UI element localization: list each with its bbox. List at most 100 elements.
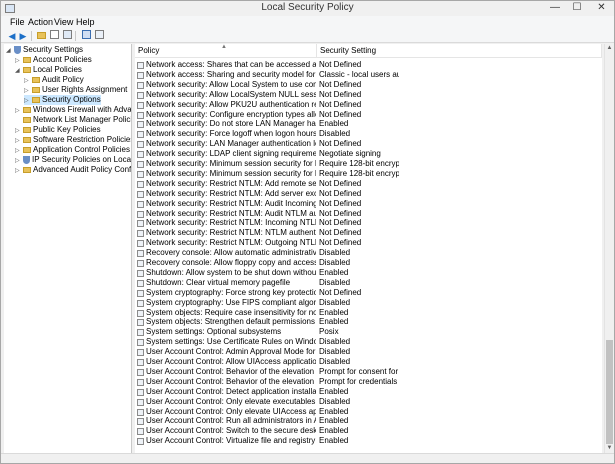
maximize-button[interactable]: ☐	[566, 1, 588, 15]
tree-item[interactable]: ▷ Advanced Audit Policy Configuration	[15, 165, 131, 176]
table-row[interactable]: User Account Control: Switch to the secu…	[135, 426, 602, 436]
table-row[interactable]: Network security: LAN Manager authentica…	[135, 139, 602, 149]
policy-icon	[137, 418, 144, 426]
table-row[interactable]: Network security: Restrict NTLM: Incomin…	[135, 218, 602, 228]
policy-setting: Enabled	[319, 317, 349, 327]
policy-list[interactable]: Policy ▲ Security Setting Network access…	[135, 44, 602, 453]
table-row[interactable]: Shutdown: Allow system to be shut down w…	[135, 268, 602, 278]
table-row[interactable]: Network security: Minimum session securi…	[135, 169, 602, 179]
table-row[interactable]: Network security: Minimum session securi…	[135, 159, 602, 169]
table-row[interactable]: Network security: LDAP client signing re…	[135, 149, 602, 159]
tree-item[interactable]: ▷ Public Key Policies	[15, 125, 101, 135]
policy-name: User Account Control: Admin Approval Mod…	[146, 347, 316, 357]
table-row[interactable]: Network security: Allow Local System to …	[135, 80, 602, 90]
table-row[interactable]: System cryptography: Force strong key pr…	[135, 288, 602, 298]
tree-item-label: Software Restriction Policies	[33, 135, 132, 144]
table-row[interactable]: User Account Control: Behavior of the el…	[135, 367, 602, 377]
tree-item[interactable]: ▷ User Rights Assignment	[24, 85, 127, 95]
export-list-icon[interactable]	[61, 30, 73, 42]
table-row[interactable]: Recovery console: Allow automatic admini…	[135, 248, 602, 258]
expanded-arrow-icon[interactable]: ◢	[15, 66, 23, 76]
table-row[interactable]: User Account Control: Behavior of the el…	[135, 377, 602, 387]
policy-setting: Enabled	[319, 119, 349, 129]
policy-icon	[137, 408, 144, 416]
collapsed-arrow-icon[interactable]: ▷	[15, 166, 23, 176]
expanded-arrow-icon[interactable]: ◢	[6, 46, 14, 56]
tree-item[interactable]: ▷IP Security Policies on Local Compute	[15, 155, 132, 165]
policy-setting: Not Defined	[319, 60, 362, 69]
title-bar[interactable]: Local Security Policy — ☐ ✕	[1, 1, 614, 16]
policy-setting: Not Defined	[319, 208, 362, 218]
tree-item-label: IP Security Policies on Local Compute	[32, 155, 132, 164]
policy-icon	[137, 81, 144, 89]
tree-item[interactable]: ▷ Security Options	[24, 95, 101, 105]
tree-pane[interactable]: ◢ Security Settings ▷ Account Policies ◢ Loca…	[4, 44, 132, 453]
tree-item[interactable]: Network List Manager Policies	[15, 115, 131, 125]
close-button[interactable]: ✕	[589, 1, 614, 15]
table-row[interactable]: System settings: Optional subsystems Posi…	[135, 327, 602, 337]
up-folder-icon[interactable]	[35, 30, 47, 42]
table-row[interactable]: Network access: Sharing and security mod…	[135, 70, 602, 80]
sort-caret-icon: ▲	[221, 44, 227, 50]
table-row[interactable]: Network security: Do not store LAN Manag…	[135, 119, 602, 129]
policy-setting: Disabled	[319, 277, 351, 287]
toolbar-separator	[31, 31, 32, 41]
toolbar-separator	[75, 31, 76, 41]
table-row[interactable]: System objects: Strengthen default permi…	[135, 317, 602, 327]
table-row[interactable]: User Account Control: Allow UIAccess app…	[135, 357, 602, 367]
column-header-security-setting[interactable]: Security Setting	[317, 44, 602, 58]
forward-icon[interactable]: ▶	[17, 30, 29, 42]
tree-item[interactable]: ▷ Application Control Policies	[15, 145, 130, 155]
table-row[interactable]: Network security: Restrict NTLM: Outgoin…	[135, 238, 602, 248]
table-row[interactable]: System objects: Require case insensitivi…	[135, 308, 602, 318]
table-row[interactable]: System cryptography: Use FIPS compliant …	[135, 298, 602, 308]
table-row[interactable]: Network security: Restrict NTLM: Add ser…	[135, 189, 602, 199]
table-row[interactable]: Network access: Shares that can be acces…	[135, 60, 602, 70]
vertical-scrollbar[interactable]: ▲ ▼	[604, 44, 613, 453]
tree-item[interactable]: ◢ Local Policies	[15, 65, 82, 75]
tree-item[interactable]: ▷Windows Firewall with Advanced Secu	[15, 105, 131, 115]
folder-icon	[23, 126, 31, 133]
policy-setting: Disabled	[319, 129, 351, 139]
table-row[interactable]: Network security: Restrict NTLM: Audit I…	[135, 199, 602, 209]
table-row[interactable]: User Account Control: Virtualize file an…	[135, 436, 602, 446]
policy-name: User Account Control: Detect application…	[146, 386, 316, 396]
policy-setting: Enabled	[319, 436, 349, 446]
policy-name: Network security: Allow LocalSystem NULL…	[146, 89, 316, 99]
table-row[interactable]: User Account Control: Detect application…	[135, 387, 602, 397]
tree-item-label: Audit Policy	[42, 75, 84, 84]
scroll-down-icon[interactable]: ▼	[605, 444, 614, 453]
table-row[interactable]: User Account Control: Only elevate execu…	[135, 397, 602, 407]
table-row[interactable]: User Account Control: Run all administra…	[135, 416, 602, 426]
table-row[interactable]: Network security: Restrict NTLM: Add rem…	[135, 179, 602, 189]
properties-icon[interactable]	[80, 30, 92, 42]
tree-item[interactable]: ▷ Audit Policy	[24, 75, 84, 85]
help-icon[interactable]	[93, 30, 105, 42]
policy-name: System settings: Optional subsystems	[146, 327, 282, 337]
show-hide-tree-icon[interactable]	[48, 30, 60, 42]
scroll-up-icon[interactable]: ▲	[605, 44, 614, 53]
table-row[interactable]: Network security: Force logoff when logo…	[135, 129, 602, 139]
tree-item[interactable]: ▷ Account Policies	[15, 55, 92, 65]
policy-name: Network security: Allow Local System to …	[146, 79, 316, 89]
minimize-button[interactable]: —	[544, 1, 566, 15]
tree-item[interactable]: ▷ Software Restriction Policies	[15, 135, 132, 145]
tree-item[interactable]: ◢ Security Settings	[6, 45, 83, 55]
table-row[interactable]: System settings: Use Certificate Rules o…	[135, 337, 602, 347]
table-row[interactable]: User Account Control: Admin Approval Mod…	[135, 347, 602, 357]
policy-icon	[137, 279, 144, 287]
table-row[interactable]: User Account Control: Only elevate UIAcc…	[135, 407, 602, 417]
table-row[interactable]: Network security: Restrict NTLM: NTLM au…	[135, 228, 602, 238]
table-row[interactable]: Network security: Allow PKU2U authentica…	[135, 100, 602, 110]
table-row[interactable]: Network security: Configure encryption t…	[135, 110, 602, 120]
policy-setting: Not Defined	[319, 188, 362, 198]
table-row[interactable]: Recovery console: Allow floppy copy and …	[135, 258, 602, 268]
table-row[interactable]: Network security: Restrict NTLM: Audit N…	[135, 209, 602, 219]
policy-setting: Enabled	[319, 416, 349, 426]
policy-icon	[137, 359, 144, 366]
scroll-thumb[interactable]	[606, 340, 613, 444]
policy-name: System settings: Use Certificate Rules o…	[146, 337, 316, 347]
menu-help[interactable]: Help	[73, 16, 98, 29]
table-row[interactable]: Shutdown: Clear virtual memory pagefile D…	[135, 278, 602, 288]
table-row[interactable]: Network security: Allow LocalSystem NULL…	[135, 90, 602, 100]
